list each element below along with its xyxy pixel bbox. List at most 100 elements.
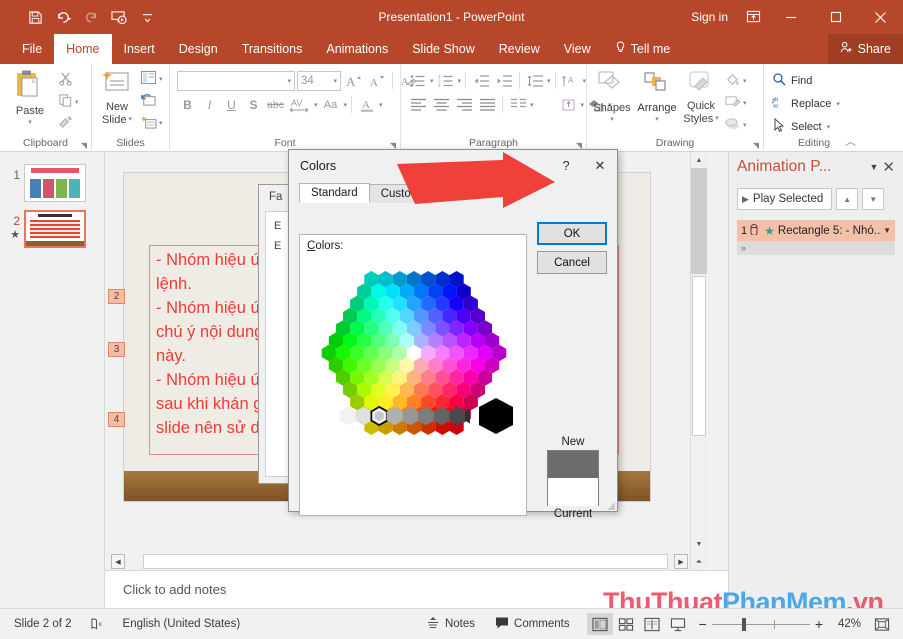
play-selected-button[interactable]: ▶ Play Selected bbox=[737, 188, 833, 210]
underline-button[interactable]: U bbox=[221, 94, 242, 115]
chevron-down-icon[interactable]: ▾ bbox=[333, 77, 337, 85]
chevron-down-icon[interactable]: ▾ bbox=[583, 77, 587, 85]
ribbon-display-options-icon[interactable] bbox=[738, 0, 768, 34]
align-center-button[interactable] bbox=[430, 94, 452, 115]
chevron-down-icon[interactable]: ▾ bbox=[458, 77, 462, 85]
bold-button[interactable]: B bbox=[177, 94, 198, 115]
columns-button[interactable] bbox=[507, 94, 529, 115]
tab-file[interactable]: File bbox=[10, 34, 54, 64]
italic-button[interactable]: I bbox=[199, 94, 220, 115]
collapse-ribbon-icon[interactable]: ︿ bbox=[845, 133, 856, 149]
undo-icon[interactable] bbox=[50, 5, 76, 29]
chevron-down-icon[interactable]: ▾ bbox=[287, 77, 291, 85]
scroll-up-icon[interactable]: ▲ bbox=[691, 152, 707, 168]
character-spacing-button[interactable]: AV bbox=[287, 94, 313, 115]
increase-indent-button[interactable] bbox=[493, 70, 515, 91]
chevron-down-icon[interactable]: ▾ bbox=[159, 75, 163, 83]
zoom-in-button[interactable]: + bbox=[815, 616, 823, 632]
decrease-font-size-button[interactable]: A bbox=[366, 70, 387, 91]
animation-tag[interactable]: 3 bbox=[108, 342, 125, 357]
align-right-button[interactable] bbox=[453, 94, 475, 115]
chevron-down-icon[interactable]: ▾ bbox=[379, 101, 383, 109]
tab-review[interactable]: Review bbox=[487, 34, 552, 64]
zoom-percent[interactable]: 42% bbox=[831, 618, 861, 630]
colors-dialog[interactable]: Colors ? ✕ Standard Custom Colors: OK Ca… bbox=[288, 149, 618, 520]
normal-view-button[interactable] bbox=[586, 613, 613, 635]
decrease-indent-button[interactable] bbox=[470, 70, 492, 91]
maximize-button[interactable] bbox=[813, 0, 858, 34]
shapes-button[interactable]: Shapes ▾ bbox=[590, 68, 634, 123]
chevron-down-icon[interactable]: ▾ bbox=[581, 101, 585, 109]
minimize-button[interactable] bbox=[768, 0, 813, 34]
animation-list-item[interactable]: 1 ★ Rectangle 5: - Nhó... ▼ bbox=[737, 220, 895, 241]
grayscale-hexagon-row[interactable] bbox=[338, 401, 497, 438]
cut-button[interactable] bbox=[56, 69, 81, 90]
layout-button[interactable]: ▾ bbox=[138, 68, 165, 89]
fit-slide-icon[interactable] bbox=[869, 613, 895, 635]
chevron-down-icon[interactable]: ▾ bbox=[159, 119, 163, 127]
scroll-down-icon[interactable]: ▼ bbox=[691, 536, 707, 552]
drawing-dialog-launcher[interactable]: ◥ bbox=[753, 141, 759, 150]
find-button[interactable]: Find bbox=[770, 70, 814, 91]
cancel-button[interactable]: Cancel bbox=[537, 251, 607, 274]
comments-button[interactable]: Comments bbox=[486, 616, 579, 632]
copy-button[interactable]: ▾ bbox=[56, 91, 81, 112]
animation-tag[interactable]: 4 bbox=[108, 412, 125, 427]
thumbnail-slide-2[interactable]: 2 ★ bbox=[0, 206, 104, 252]
numbering-button[interactable]: 123 bbox=[435, 70, 457, 91]
zoom-out-button[interactable]: − bbox=[699, 616, 707, 632]
resize-grip[interactable] bbox=[604, 498, 616, 510]
format-painter-button[interactable] bbox=[56, 113, 81, 134]
ok-button[interactable]: OK bbox=[537, 222, 607, 245]
scroll-left-icon[interactable]: ◀ bbox=[111, 554, 125, 569]
paste-button[interactable]: Paste ▾ bbox=[4, 67, 56, 126]
move-up-icon[interactable]: ▲ bbox=[836, 188, 859, 210]
share-button[interactable]: Share bbox=[827, 34, 903, 64]
increase-font-size-button[interactable]: A bbox=[343, 70, 364, 91]
replace-button[interactable]: ab ac Replace ▾ bbox=[770, 93, 842, 114]
chevron-down-icon[interactable]: ▾ bbox=[655, 115, 659, 123]
tab-home[interactable]: Home bbox=[54, 34, 112, 64]
chevron-down-icon[interactable]: ▾ bbox=[430, 77, 434, 85]
chevron-down-icon[interactable]: ▾ bbox=[715, 113, 719, 125]
thumbnail-slide-1[interactable]: 1 bbox=[0, 160, 104, 206]
close-icon[interactable]: ✕ bbox=[882, 158, 895, 176]
close-icon[interactable]: ✕ bbox=[583, 150, 617, 181]
chevron-down-icon[interactable]: ▾ bbox=[128, 114, 132, 126]
horizontal-scrollbar[interactable]: ◀ ▶ bbox=[105, 554, 690, 570]
font-size-input[interactable]: 34 ▾ bbox=[297, 70, 341, 91]
section-button[interactable]: ▾ bbox=[138, 112, 165, 133]
tell-me-box[interactable]: Tell me bbox=[603, 34, 683, 64]
save-icon[interactable] bbox=[22, 5, 48, 29]
behind-dialog-tab[interactable]: Fa bbox=[269, 191, 282, 203]
start-from-beginning-icon[interactable] bbox=[106, 5, 132, 29]
chevron-down-icon[interactable]: ▾ bbox=[530, 101, 534, 109]
animation-expand-icon[interactable]: » bbox=[737, 241, 895, 255]
close-button[interactable] bbox=[858, 0, 903, 34]
zoom-track[interactable] bbox=[711, 617, 810, 631]
previous-slide-icon[interactable]: ⏶ bbox=[691, 554, 707, 570]
tab-slide-show[interactable]: Slide Show bbox=[400, 34, 487, 64]
chevron-down-icon[interactable]: ▾ bbox=[827, 123, 831, 131]
slide-show-view-button[interactable] bbox=[665, 613, 691, 635]
move-down-icon[interactable]: ▼ bbox=[862, 188, 885, 210]
font-color-button[interactable]: A bbox=[356, 94, 378, 115]
reset-button[interactable] bbox=[138, 90, 165, 111]
notes-button[interactable]: Notes bbox=[417, 616, 484, 632]
clipboard-dialog-launcher[interactable]: ◥ bbox=[81, 141, 87, 150]
chevron-down-icon[interactable]: ▾ bbox=[547, 77, 551, 85]
chevron-down-icon[interactable]: ▾ bbox=[743, 121, 747, 129]
zoom-knob[interactable] bbox=[741, 617, 746, 631]
strikethrough-button[interactable]: abc bbox=[265, 94, 286, 115]
justify-button[interactable] bbox=[476, 94, 498, 115]
tab-transitions[interactable]: Transitions bbox=[230, 34, 315, 64]
scrollbar-thumb[interactable] bbox=[691, 168, 707, 274]
chevron-down-icon[interactable]: ▾ bbox=[743, 77, 747, 85]
align-text-button[interactable] bbox=[558, 94, 580, 115]
text-shadow-button[interactable]: S bbox=[243, 94, 264, 115]
arrange-button[interactable]: Arrange ▾ bbox=[634, 68, 680, 123]
tab-view[interactable]: View bbox=[552, 34, 603, 64]
chevron-down-icon[interactable]: ▾ bbox=[743, 99, 747, 107]
scroll-right-icon[interactable]: ▶ bbox=[674, 554, 688, 569]
text-direction-button[interactable]: A bbox=[560, 70, 582, 91]
